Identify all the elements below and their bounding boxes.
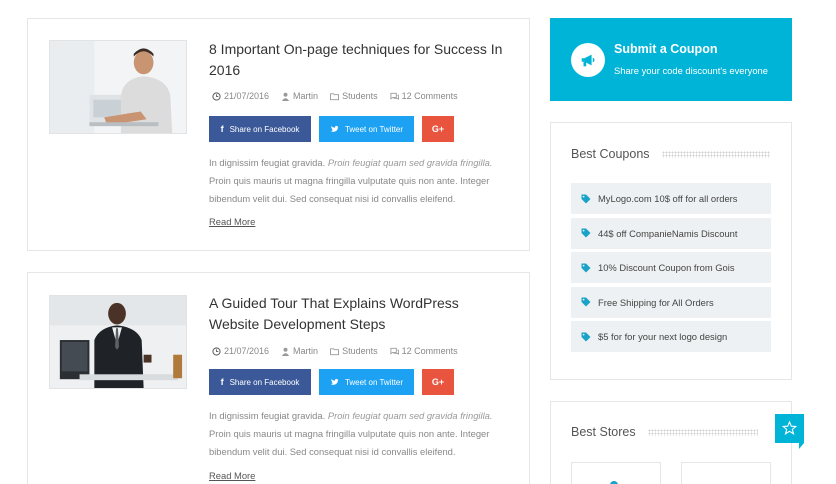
share-twitter-label: Tweet on Twitter (344, 124, 404, 134)
coupon-item-label: Free Shipping for All Orders (598, 296, 714, 308)
post-date-text: 21/07/2016 (224, 346, 270, 356)
twitter-icon (330, 125, 339, 132)
post-date: 21/07/2016 (212, 346, 269, 356)
post-card: A Guided Tour That Explains WordPress We… (27, 272, 530, 484)
best-stores-title: Best Stores (571, 425, 636, 439)
post-meta: 21/07/2016 Martin Students 12 Comments (212, 91, 470, 101)
widget-title: Best Coupons (571, 147, 770, 161)
post-excerpt: In dignissim feugiat gravida. Proin feug… (209, 407, 504, 461)
coupon-item[interactable]: MyLogo.com 10$ off for all orders (571, 183, 771, 214)
post-meta: 21/07/2016 Martin Students 12 Comments (212, 346, 470, 356)
store-logo-tile[interactable] (681, 462, 771, 484)
post-author[interactable]: Martin (281, 91, 318, 101)
share-twitter-button[interactable]: Tweet on Twitter (319, 116, 414, 142)
share-google-button[interactable]: G+ (422, 116, 454, 142)
submit-coupon-subtitle: Share your code discount's everyone (614, 65, 768, 76)
coupon-item[interactable]: 10% Discount Coupon from Gois (571, 252, 771, 284)
post-category-text: Students (342, 346, 378, 356)
star-icon (775, 414, 804, 449)
post-author-text: Martin (293, 91, 319, 101)
best-stores-widget: Best Stores (550, 401, 792, 484)
tag-icon (581, 263, 591, 273)
title-divider (661, 150, 770, 158)
excerpt-text-end: Proin quis mauris ut magna fringilla vul… (209, 175, 490, 204)
store-logo-icon (610, 481, 618, 484)
google-plus-icon: G+ (431, 124, 445, 134)
megaphone-icon (571, 43, 605, 77)
folder-icon (330, 92, 340, 100)
excerpt-italic-text: Proin feugiat quam sed gravida fringilla… (327, 157, 493, 168)
submit-coupon-title: Submit a Coupon (614, 42, 718, 56)
post-author-text: Martin (293, 346, 319, 356)
google-plus-icon: G+ (431, 377, 445, 387)
excerpt-text: In dignissim feugiat gravida. (209, 157, 328, 168)
read-more-link[interactable]: Read More (209, 470, 255, 481)
coupon-item[interactable]: 44$ off CompanieNamis Discount (571, 217, 771, 249)
read-more-link[interactable]: Read More (209, 216, 255, 227)
coupon-item-label: $5 for for your next logo design (598, 331, 728, 343)
post-thumbnail[interactable] (49, 40, 187, 134)
post-title[interactable]: A Guided Tour That Explains WordPress We… (209, 293, 509, 335)
post-category[interactable]: Students (330, 346, 378, 356)
favorite-badge[interactable] (775, 414, 804, 450)
excerpt-text: In dignissim feugiat gravida. (209, 410, 328, 421)
share-buttons: f Share on Facebook Tweet on Twitter G+ (209, 369, 462, 395)
post-category-text: Students (342, 91, 378, 101)
tag-icon (581, 332, 591, 342)
comments-icon (390, 347, 399, 355)
coupon-item[interactable]: $5 for for your next logo design (571, 321, 771, 353)
tag-icon (581, 228, 591, 238)
post-author[interactable]: Martin (281, 346, 318, 356)
clock-icon (212, 346, 221, 356)
comments-icon (390, 92, 399, 100)
user-icon (281, 92, 290, 101)
submit-coupon-banner[interactable]: Submit a Coupon Share your code discount… (550, 18, 792, 101)
share-facebook-label: Share on Facebook (229, 377, 300, 387)
share-twitter-button[interactable]: Tweet on Twitter (319, 369, 414, 395)
coupon-item-label: MyLogo.com 10$ off for all orders (598, 193, 738, 204)
post-category[interactable]: Students (330, 91, 378, 101)
widget-title: Best Stores (571, 425, 758, 439)
coupon-list: MyLogo.com 10$ off for all orders 44$ of… (571, 183, 771, 356)
store-logo-tile[interactable] (571, 462, 661, 484)
share-twitter-label: Tweet on Twitter (344, 377, 404, 387)
facebook-icon: f (220, 377, 224, 387)
excerpt-text-end: Proin quis mauris ut magna fringilla vul… (209, 428, 490, 457)
post-excerpt: In dignissim feugiat gravida. Proin feug… (209, 154, 504, 208)
tag-icon (581, 297, 591, 307)
coupon-item-label: 44$ off CompanieNamis Discount (598, 227, 738, 239)
post-comments[interactable]: 12 Comments (390, 91, 458, 101)
share-google-button[interactable]: G+ (422, 369, 454, 395)
store-logo-icon (682, 463, 771, 484)
share-facebook-button[interactable]: f Share on Facebook (209, 369, 311, 395)
best-coupons-title: Best Coupons (571, 147, 650, 161)
tag-icon (581, 194, 591, 203)
clock-icon (212, 91, 221, 101)
post-comments[interactable]: 12 Comments (390, 346, 458, 356)
coupon-item-label: 10% Discount Coupon from Gois (598, 262, 735, 274)
twitter-icon (330, 378, 339, 385)
post-date: 21/07/2016 (212, 91, 269, 101)
excerpt-italic-text: Proin feugiat quam sed gravida fringilla… (327, 410, 493, 421)
post-comments-text: 12 Comments (401, 91, 458, 101)
post-card: 8 Important On-page techniques for Succe… (27, 18, 530, 251)
folder-icon (330, 347, 340, 355)
facebook-icon: f (220, 124, 224, 134)
best-coupons-widget: Best Coupons MyLogo.com 10$ off for all … (550, 122, 792, 380)
coupon-item[interactable]: Free Shipping for All Orders (571, 286, 771, 318)
share-buttons: f Share on Facebook Tweet on Twitter G+ (209, 116, 462, 142)
post-thumbnail[interactable] (49, 295, 187, 389)
share-facebook-button[interactable]: f Share on Facebook (209, 116, 311, 142)
user-icon (281, 347, 290, 356)
post-date-text: 21/07/2016 (224, 91, 270, 101)
post-comments-text: 12 Comments (401, 346, 458, 356)
share-facebook-label: Share on Facebook (229, 124, 300, 134)
title-divider (647, 428, 758, 436)
post-title[interactable]: 8 Important On-page techniques for Succe… (209, 39, 509, 81)
